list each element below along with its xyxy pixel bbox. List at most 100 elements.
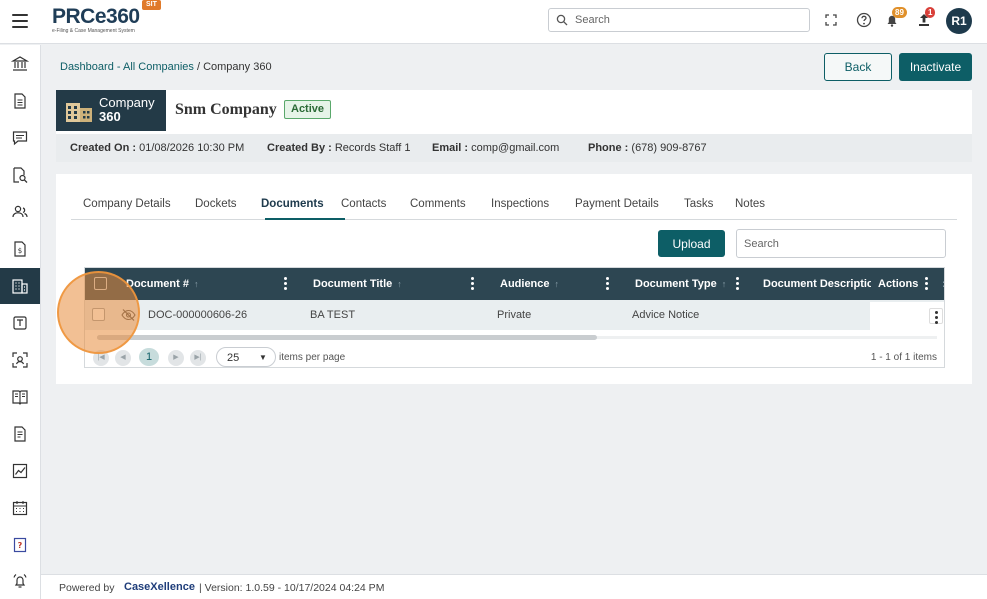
scrollbar-thumb[interactable] <box>97 335 597 340</box>
col-document-title[interactable]: Document Title ↑ <box>313 278 402 290</box>
column-menu-icon[interactable] <box>606 277 610 291</box>
page-size-select[interactable]: 25 ▼ <box>216 347 276 367</box>
sidebar-item-calendar[interactable] <box>0 490 40 526</box>
next-page-icon[interactable]: ▶ <box>168 350 184 366</box>
horizontal-scrollbar[interactable] <box>89 335 942 340</box>
company-summary-card: Company 360 Snm Company Active Created O… <box>56 90 972 162</box>
created-by: Created By : Records Staff 1 <box>267 142 410 154</box>
sidebar-item-reports[interactable] <box>0 416 40 452</box>
document-search-icon <box>13 167 28 183</box>
calendar-icon <box>12 501 28 516</box>
documents-panel: Company Details Dockets Documents Contac… <box>56 174 972 384</box>
sidebar-item-alerts[interactable] <box>0 563 40 599</box>
user-avatar[interactable]: R1 <box>946 8 972 34</box>
building-icon <box>66 103 92 122</box>
sidebar-item-users[interactable] <box>0 194 40 230</box>
scan-user-icon <box>12 352 28 368</box>
users-icon <box>12 205 28 218</box>
breadcrumb: Dashboard - All Companies / Company 360 <box>60 61 272 73</box>
sidebar-item-help[interactable]: ? <box>0 527 40 563</box>
sort-arrow-icon[interactable]: ↑ <box>722 279 727 289</box>
column-menu-icon[interactable] <box>736 277 740 291</box>
inactivate-button[interactable]: Inactivate <box>899 53 972 81</box>
sidebar-item-tablet[interactable] <box>0 305 40 341</box>
tab-tasks[interactable]: Tasks <box>684 198 713 220</box>
help-book-icon: ? <box>13 537 27 553</box>
col-document-number[interactable]: Document # ↑ <box>126 278 198 290</box>
version-info: | Version: 1.0.59 - 10/17/2024 04:24 PM <box>199 582 385 594</box>
sidebar-item-document-search[interactable] <box>0 157 40 193</box>
row-actions-menu-icon[interactable] <box>929 308 943 324</box>
sidebar-item-scan[interactable] <box>0 342 40 378</box>
documents-grid: Document # ↑ Document Title ↑ Audience ↑ Do… <box>84 267 945 368</box>
sidebar-item-book[interactable] <box>0 379 40 415</box>
col-document-type-label: Document Type <box>635 278 717 290</box>
documents-search-input[interactable] <box>744 231 934 256</box>
col-document-type[interactable]: Document Type ↑ <box>635 278 726 290</box>
created-on-label: Created On : <box>70 142 137 154</box>
tab-notes[interactable]: Notes <box>735 198 765 220</box>
column-menu-icon[interactable] <box>471 277 475 291</box>
hamburger-menu-icon[interactable] <box>12 14 28 28</box>
fullscreen-icon[interactable] <box>822 11 840 29</box>
tab-payment-details[interactable]: Payment Details <box>575 198 659 220</box>
sort-arrow-icon[interactable]: ↑ <box>194 279 199 289</box>
global-search-input[interactable] <box>575 12 800 28</box>
logo-subtitle: e-Filing & Case Management System <box>52 28 135 34</box>
click-highlight-marker <box>57 271 140 354</box>
sort-arrow-icon[interactable]: ↑ <box>397 279 402 289</box>
sidebar-item-companies[interactable] <box>0 268 40 304</box>
tab-documents[interactable]: Documents <box>261 198 324 220</box>
back-button[interactable]: Back <box>824 53 892 81</box>
sidebar-item-messages[interactable] <box>0 120 40 156</box>
col-audience-label: Audience <box>500 278 550 290</box>
app-logo[interactable]: PRCe360 e-Filing & Case Management Syste… <box>52 6 162 38</box>
tab-dockets[interactable]: Dockets <box>195 198 237 220</box>
breadcrumb-separator: / <box>193 61 204 73</box>
fee-document-icon: $ <box>14 241 26 257</box>
items-per-page-label: items per page <box>279 352 346 363</box>
casexellence-logo: CaseXellence <box>124 581 195 593</box>
sidebar-item-documents[interactable] <box>0 83 40 119</box>
col-document-description[interactable]: Document Descriptio <box>763 278 871 290</box>
search-icon <box>556 14 568 26</box>
chart-icon <box>12 463 28 479</box>
column-menu-icon[interactable] <box>925 277 929 291</box>
upload-button[interactable]: Upload <box>658 230 725 257</box>
active-tab-indicator <box>265 218 345 220</box>
table-row[interactable]: DOC-000000606-26 BA TEST Private Advice … <box>85 300 944 330</box>
status-badge: Active <box>284 100 332 119</box>
documents-search[interactable] <box>736 229 946 258</box>
phone-value: (678) 909-8767 <box>631 142 707 154</box>
chat-icon <box>12 131 28 146</box>
column-menu-icon[interactable] <box>284 277 288 291</box>
email-label: Email : <box>432 142 469 154</box>
company-building-icon <box>12 279 28 294</box>
bank-icon <box>11 56 29 71</box>
grid-header: Document # ↑ Document Title ↑ Audience ↑ Do… <box>85 268 944 300</box>
email-value: comp@gmail.com <box>471 142 560 154</box>
email: Email : comp@gmail.com <box>432 142 559 154</box>
col-audience[interactable]: Audience ↑ <box>500 278 559 290</box>
help-icon[interactable] <box>855 11 873 29</box>
sidebar-item-fees[interactable]: $ <box>0 231 40 267</box>
sidebar-item-bank[interactable] <box>0 46 40 82</box>
company-tile-number: 360 <box>99 109 121 124</box>
current-page[interactable]: 1 <box>139 348 159 366</box>
tab-comments[interactable]: Comments <box>410 198 466 220</box>
global-search[interactable] <box>548 8 810 32</box>
sort-arrow-icon[interactable]: ↑ <box>555 279 560 289</box>
sidebar-item-analytics[interactable] <box>0 453 40 489</box>
col-document-description-label: Document Descriptio <box>763 278 871 290</box>
notification-count-badge: 89 <box>892 7 907 18</box>
breadcrumb-link-companies[interactable]: Dashboard - All Companies <box>60 61 194 73</box>
tab-contacts[interactable]: Contacts <box>341 198 386 220</box>
previous-page-icon[interactable]: ◀ <box>115 350 131 366</box>
phone-label: Phone : <box>588 142 629 154</box>
last-page-icon[interactable]: ▶| <box>190 350 206 366</box>
upload-count-badge: 1 <box>925 7 936 18</box>
tab-inspections[interactable]: Inspections <box>491 198 549 220</box>
tab-company-details[interactable]: Company Details <box>83 198 171 220</box>
cell-document-number[interactable]: DOC-000000606-26 <box>148 309 247 321</box>
top-header: PRCe360 e-Filing & Case Management Syste… <box>0 0 987 44</box>
